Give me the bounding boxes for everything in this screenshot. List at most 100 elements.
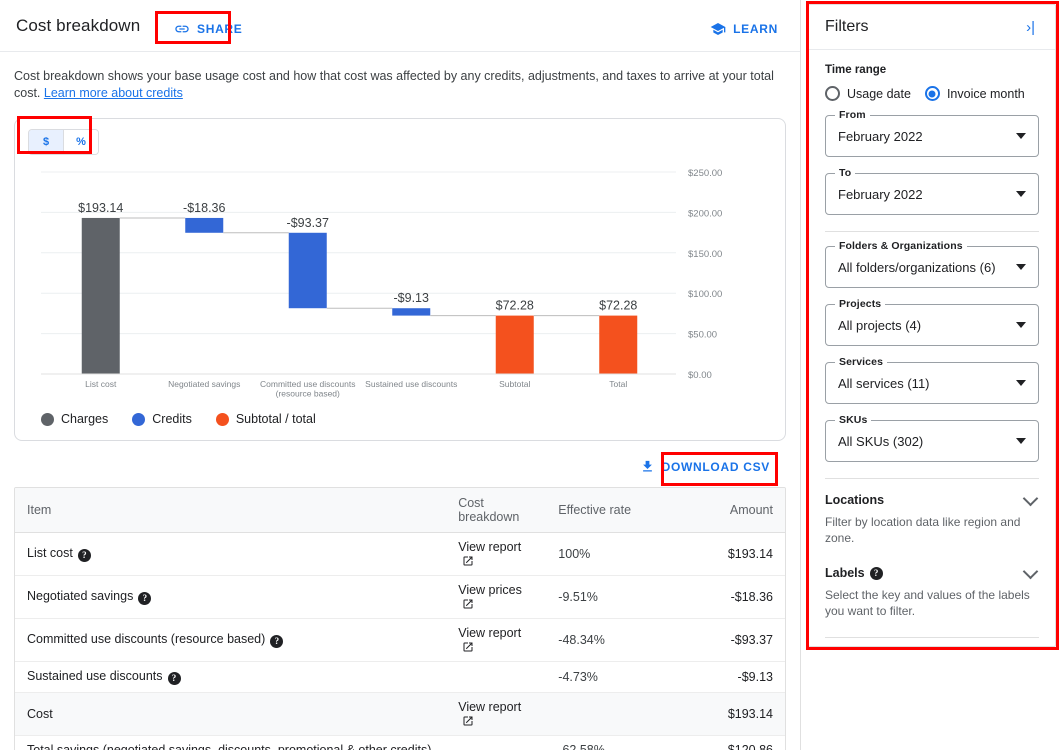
help-icon[interactable]: ? [77, 548, 91, 562]
x-axis-category-label: Subtotal [499, 379, 530, 389]
bar-data-label: -$18.36 [183, 201, 225, 215]
cell-effective-rate [546, 692, 655, 736]
table-row: Cost View report $193.14 [15, 692, 785, 736]
help-icon[interactable]: ? [270, 634, 284, 648]
y-axis-tick-label: $50.00 [688, 330, 717, 341]
bar-data-label: $193.14 [78, 201, 123, 215]
select-projects-value: All projects (4) [838, 317, 922, 333]
select-folders-value: All folders/organizations (6) [838, 259, 996, 275]
learn-button-label: LEARN [733, 22, 778, 36]
external-link-icon [463, 716, 473, 725]
chart-bar[interactable] [495, 315, 534, 374]
select-services[interactable]: Services All services (11) [825, 356, 1039, 404]
radio-invoice-month[interactable]: Invoice month [924, 86, 1025, 101]
select-folders-organizations[interactable]: Folders & Organizations All folders/orga… [825, 240, 1039, 288]
accordion-labels-title: Labels ? [825, 566, 883, 580]
accordion-locations[interactable]: Locations [825, 490, 1039, 507]
legend-swatch-charges [41, 412, 54, 426]
share-button[interactable]: SHARE [166, 14, 251, 44]
cell-cost-breakdown[interactable]: View report [446, 618, 547, 662]
reset-section: RESET [825, 637, 1039, 646]
select-from[interactable]: From February 2022 [825, 109, 1039, 157]
view-report-link[interactable]: View report [458, 540, 521, 554]
page-description: Cost breakdown shows your base usage cos… [14, 68, 784, 102]
panel-divider [800, 0, 801, 750]
legend-item-credits: Credits [132, 412, 192, 426]
table-row: List cost? View report 100% $193.14 [15, 532, 785, 576]
radio-usage-date-label: Usage date [847, 86, 911, 101]
filters-panel: Filters ›| Time range Usage date Invoice… [808, 4, 1056, 647]
select-skus[interactable]: SKUs All SKUs (302) [825, 414, 1039, 462]
y-axis-tick-label: $100.00 [688, 289, 722, 300]
table-row: Negotiated savings? View prices -9.51% -$18… [15, 575, 785, 619]
help-icon[interactable]: ? [138, 591, 152, 605]
chart-bar[interactable] [81, 217, 120, 374]
cell-amount: $193.14 [654, 532, 785, 576]
cell-amount: -$120.86 [654, 735, 785, 750]
cell-effective-rate: 100% [546, 532, 655, 576]
cell-effective-rate: -62.58% [546, 735, 655, 750]
x-axis-category-label: Negotiated savings [168, 379, 240, 389]
school-icon [710, 21, 726, 37]
select-projects[interactable]: Projects All projects (4) [825, 298, 1039, 346]
x-axis-category-label: Total [609, 379, 627, 389]
x-axis-category-label: (resource based) [276, 389, 340, 399]
chart-bar[interactable] [185, 217, 224, 233]
help-icon[interactable]: ? [869, 566, 883, 580]
cell-cost-breakdown[interactable]: View prices [446, 575, 547, 619]
cost-breakdown-page: Cost breakdown SHARE LEARN Cost breakdow… [0, 0, 1062, 750]
select-services-label: Services [835, 356, 888, 368]
chart-bar[interactable] [288, 232, 327, 309]
select-to[interactable]: To February 2022 [825, 167, 1039, 215]
chevron-down-icon [1016, 191, 1026, 197]
select-from-value: February 2022 [838, 128, 923, 144]
panel-divider-1 [825, 231, 1039, 232]
radio-usage-date[interactable]: Usage date [825, 86, 911, 101]
waterfall-chart-svg: $0.00 $50.00 $100.00 $150.00 $200.00 $250.00 $… [41, 168, 722, 399]
table-row: Total savings (negotiated savings, disco… [15, 735, 785, 750]
chevron-down-icon [1016, 438, 1026, 444]
toggle-dollar[interactable]: $ [29, 130, 63, 154]
toggle-percent[interactable]: % [64, 130, 98, 154]
chart-bar[interactable] [599, 315, 638, 374]
legend-swatch-credits [132, 412, 146, 426]
page-header: Cost breakdown SHARE LEARN [0, 0, 800, 52]
col-header-cost-breakdown: Cost breakdown [446, 488, 547, 533]
filters-panel-header: Filters ›| [809, 5, 1055, 50]
table-row: Sustained use discounts? -4.73% -$9.13 [15, 661, 785, 693]
learn-button[interactable]: LEARN [702, 14, 786, 44]
legend-label-credits: Credits [152, 412, 192, 426]
view-report-link[interactable]: View prices [458, 583, 522, 597]
x-axis-category-label: Sustained use discounts [365, 379, 457, 389]
link-icon [174, 21, 190, 37]
cell-cost-breakdown[interactable]: View report [446, 532, 547, 576]
select-from-label: From [835, 109, 870, 121]
bar-data-label: $72.28 [599, 299, 637, 313]
help-icon[interactable]: ? [167, 671, 181, 685]
external-link-icon [463, 599, 473, 609]
cell-item: Committed use discounts (resource based)… [15, 618, 447, 662]
radio-invoice-month-label: Invoice month [946, 86, 1025, 101]
accordion-labels[interactable]: Labels ? [825, 563, 1039, 580]
learn-more-link[interactable]: Learn more about credits [44, 86, 183, 100]
chart-bar[interactable] [392, 308, 431, 316]
radio-usage-date-dot [825, 86, 840, 101]
collapse-right-icon[interactable]: ›| [1022, 18, 1039, 37]
y-axis-tick-label: $250.00 [688, 168, 722, 179]
table-head: Item Cost breakdown Effective rate Amoun… [15, 488, 785, 533]
view-report-link[interactable]: View report [458, 626, 521, 640]
col-header-amount: Amount [654, 488, 785, 533]
y-axis-tick-label: $150.00 [688, 249, 722, 260]
download-csv-button[interactable]: DOWNLOAD CSV [632, 452, 778, 481]
chevron-down-icon [1016, 133, 1026, 139]
unit-toggle-group: $ % [28, 129, 99, 155]
filters-title: Filters [825, 18, 869, 35]
share-button-label: SHARE [197, 22, 243, 36]
table-row: Committed use discounts (resource based)… [15, 618, 785, 662]
cell-amount: -$18.36 [654, 575, 785, 619]
panel-divider-2 [825, 478, 1039, 479]
view-report-link[interactable]: View report [458, 700, 521, 714]
accordion-locations-title: Locations [825, 493, 885, 507]
cell-cost-breakdown[interactable]: View report [446, 692, 547, 736]
radio-invoice-month-dot [924, 86, 940, 101]
